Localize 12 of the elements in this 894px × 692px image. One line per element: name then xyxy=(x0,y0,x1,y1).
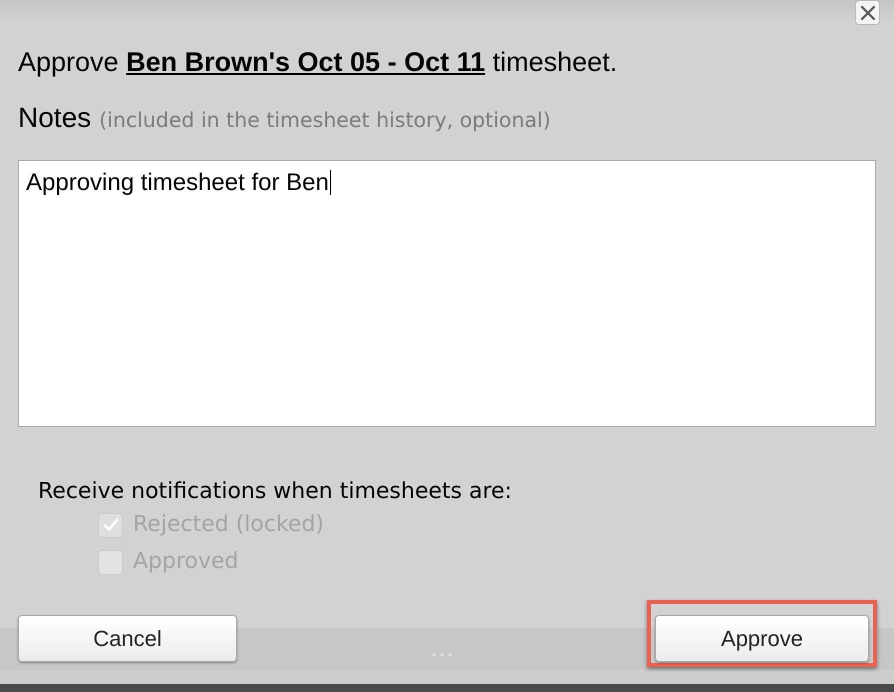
dialog-button[interactable]: Approve xyxy=(655,615,869,662)
text-cursor xyxy=(330,170,332,195)
notes-field[interactable]: Approving timesheet for Ben xyxy=(18,160,876,427)
close-button[interactable] xyxy=(855,0,880,25)
dialog-button[interactable]: Cancel xyxy=(18,615,237,662)
close-icon xyxy=(860,4,876,20)
notes-label: Notes xyxy=(18,103,92,133)
timesheet-link[interactable]: Ben Brown's Oct 05 - Oct 11 xyxy=(126,47,486,77)
notifications-label: Receive notifications when timesheets are: xyxy=(38,480,513,504)
check-icon xyxy=(102,517,118,533)
approval-heading: Approve Ben Brown's Oct 05 - Oct 11 timesheet. xyxy=(18,47,618,77)
notes-hint: (included in the timesheet history, optional) xyxy=(99,107,551,134)
